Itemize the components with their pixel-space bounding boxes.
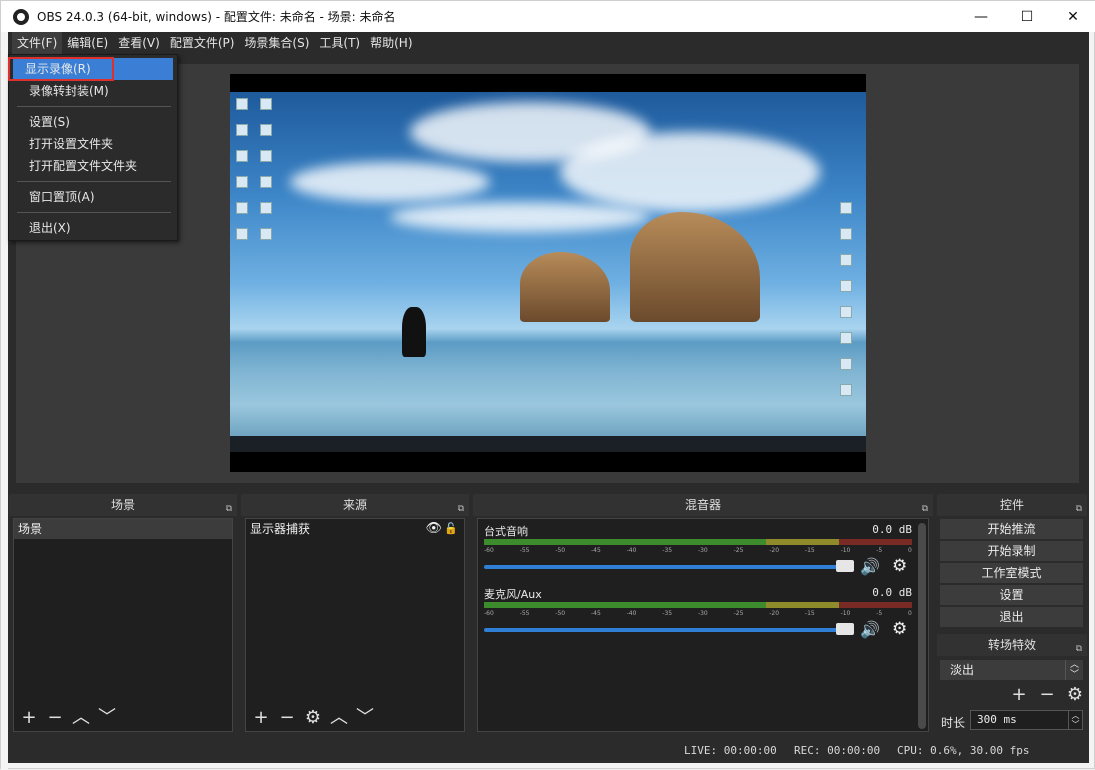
desktop-wallpaper <box>230 92 866 440</box>
volume-meter <box>484 539 912 545</box>
speaker-icon[interactable]: 🔊 <box>860 557 880 576</box>
menu-item-remux-recordings[interactable]: 录像转封装(M) <box>13 80 173 102</box>
title-bar: OBS 24.0.3 (64-bit, windows) - 配置文件: 未命名… <box>1 1 1095 32</box>
sources-dock-title: 来源 ⧉ <box>241 494 469 516</box>
start-recording-button[interactable]: 开始录制 <box>940 541 1083 561</box>
obs-window: OBS 24.0.3 (64-bit, windows) - 配置文件: 未命名… <box>0 0 1095 770</box>
remove-source-button[interactable]: − <box>276 707 298 729</box>
float-icon[interactable]: ⧉ <box>1076 498 1082 520</box>
channel-db: 0.0 dB <box>872 586 912 599</box>
menu-help[interactable]: 帮助(H) <box>365 32 417 55</box>
duration-input[interactable]: 300 ms ︿ ﹀ <box>970 710 1083 730</box>
menu-separator <box>17 181 171 182</box>
channel-name: 麦克风/Aux <box>484 588 542 601</box>
menu-file[interactable]: 文件(F) <box>12 32 63 55</box>
transition-select[interactable]: 淡出 ︿ ﹀ <box>940 660 1083 680</box>
channel-name: 台式音响 <box>484 525 528 538</box>
scenes-dock-title: 场景 ⧉ <box>9 494 237 516</box>
mixer-panel: 台式音响 0.0 dB -60 -55 -50 -45 -40 -35 -30 -25 -20-… <box>477 518 929 732</box>
start-streaming-button[interactable]: 开始推流 <box>940 519 1083 539</box>
menu-profile[interactable]: 配置文件(P) <box>165 32 240 55</box>
menu-item-exit[interactable]: 退出(X) <box>13 217 173 239</box>
meter-ticks: -60 -55 -50 -45 -40 -35 -30 -25 -20 -15 -10 -5 0 <box>484 547 912 554</box>
minimize-button[interactable]: — <box>958 1 1004 32</box>
add-transition-button[interactable]: + <box>1008 684 1030 706</box>
mixer-dock-title: 混音器 ⧉ <box>473 494 933 516</box>
file-menu-dropdown: 显示录像(R) 录像转封装(M) 设置(S) 打开设置文件夹 打开配置文件文件夹… <box>8 54 178 241</box>
volume-slider-handle[interactable] <box>836 623 854 635</box>
duration-label: 时长 <box>941 716 966 730</box>
float-icon[interactable]: ⧉ <box>226 498 232 520</box>
lock-icon[interactable]: 🔓 <box>444 519 458 539</box>
menu-edit[interactable]: 编辑(E) <box>62 32 113 55</box>
runner-silhouette <box>402 307 426 357</box>
mixer-scrollbar[interactable] <box>918 523 926 729</box>
gear-icon[interactable]: ⚙ <box>892 556 907 576</box>
volume-slider[interactable] <box>484 565 854 569</box>
settings-button[interactable]: 设置 <box>940 585 1083 605</box>
add-source-button[interactable]: + <box>250 707 272 729</box>
volume-slider-handle[interactable] <box>836 560 854 572</box>
transitions-dock-title: 转场特效 ⧉ <box>937 634 1087 656</box>
sources-toolbar: + − ⚙ ︿ ﹀ <box>246 706 376 730</box>
transition-gear-icon[interactable]: ⚙ <box>1064 684 1086 706</box>
sources-list: 显示器捕获 👁 🔓 <box>245 518 465 732</box>
volume-meter <box>484 602 912 608</box>
volume-slider[interactable] <box>484 628 854 632</box>
gear-icon[interactable]: ⚙ <box>892 619 907 639</box>
menu-view[interactable]: 查看(V) <box>113 32 165 55</box>
move-down-button[interactable]: ﹀ <box>354 707 376 729</box>
preview-canvas[interactable] <box>230 74 866 472</box>
menu-item-settings[interactable]: 设置(S) <box>13 111 173 133</box>
status-bar: LIVE: 00:00:00 REC: 00:00:00 CPU: 0.6%, … <box>8 738 1089 763</box>
menu-separator <box>17 106 171 107</box>
scene-item[interactable]: 场景 <box>14 519 232 539</box>
scenes-toolbar: + − ︿ ﹀ <box>14 706 118 730</box>
transition-toolbar: + − ⚙ <box>1008 684 1086 706</box>
background-window-edge <box>1 32 8 770</box>
desktop-taskbar <box>230 436 866 452</box>
remove-scene-button[interactable]: − <box>44 707 66 729</box>
close-button[interactable]: ✕ <box>1050 1 1095 32</box>
menu-item-open-profile-folder[interactable]: 打开配置文件文件夹 <box>13 155 173 177</box>
maximize-button[interactable]: ☐ <box>1004 1 1050 32</box>
move-up-button[interactable]: ︿ <box>328 707 350 729</box>
spin-arrows-icon[interactable]: ︿ ﹀ <box>1068 711 1082 729</box>
move-up-button[interactable]: ︿ <box>70 707 92 729</box>
float-icon[interactable]: ⧉ <box>1076 638 1082 660</box>
source-item[interactable]: 显示器捕获 👁 🔓 <box>246 519 464 539</box>
speaker-icon[interactable]: 🔊 <box>860 620 880 639</box>
float-icon[interactable]: ⧉ <box>458 498 464 520</box>
move-down-button[interactable]: ﹀ <box>96 707 118 729</box>
live-status: LIVE: 00:00:00 <box>684 744 777 757</box>
menu-scene-collection[interactable]: 场景集合(S) <box>239 32 314 55</box>
exit-button[interactable]: 退出 <box>940 607 1083 627</box>
eye-icon[interactable]: 👁 <box>425 519 442 539</box>
add-scene-button[interactable]: + <box>18 707 40 729</box>
channel-db: 0.0 dB <box>872 523 912 536</box>
cpu-status: CPU: 0.6%, 30.00 fps <box>897 744 1030 757</box>
source-properties-gear-icon[interactable]: ⚙ <box>302 707 324 729</box>
menu-item-show-recordings[interactable]: 显示录像(R) <box>8 57 173 81</box>
window-title: OBS 24.0.3 (64-bit, windows) - 配置文件: 未命名… <box>37 10 396 24</box>
obs-logo-icon <box>13 8 29 25</box>
menu-separator <box>17 212 171 213</box>
menu-bar: 文件(F) 编辑(E) 查看(V) 配置文件(P) 场景集合(S) 工具(T) … <box>8 32 1089 55</box>
meter-ticks: -60 -55 -50 -45 -40 -35 -30 -25 -20 -15 -10 -5 0 <box>484 610 912 617</box>
spin-arrows-icon[interactable]: ︿ ﹀ <box>1065 660 1083 680</box>
controls-dock-title: 控件 ⧉ <box>937 494 1087 516</box>
remove-transition-button[interactable]: − <box>1036 684 1058 706</box>
menu-tools[interactable]: 工具(T) <box>314 32 365 55</box>
scenes-list: 场景 <box>13 518 233 732</box>
rec-status: REC: 00:00:00 <box>794 744 881 757</box>
float-icon[interactable]: ⧉ <box>922 498 928 520</box>
studio-mode-button[interactable]: 工作室模式 <box>940 563 1083 583</box>
menu-item-always-on-top[interactable]: 窗口置顶(A) <box>13 186 173 208</box>
menu-item-open-settings-folder[interactable]: 打开设置文件夹 <box>13 133 173 155</box>
